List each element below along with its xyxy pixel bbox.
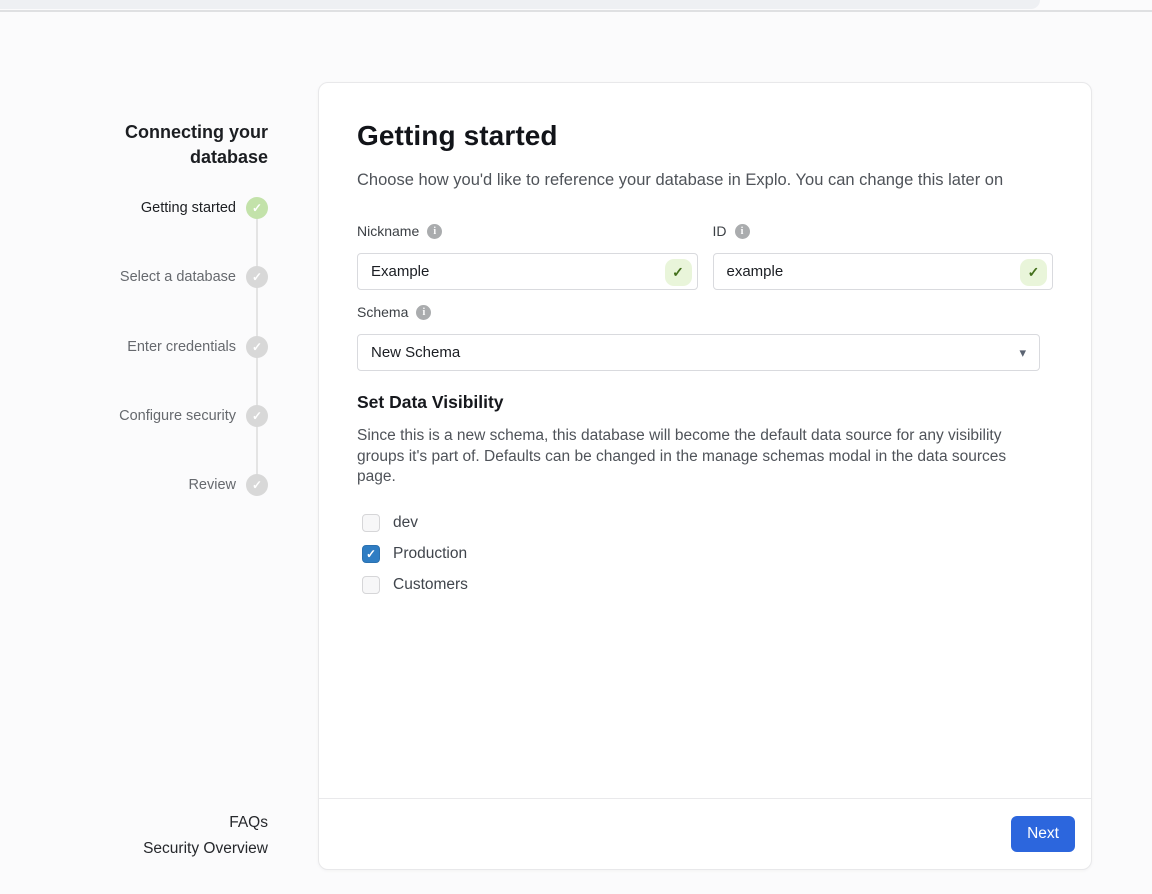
stepper-step-configure-security[interactable]: Configure security ✓ bbox=[119, 405, 268, 427]
info-icon[interactable]: i bbox=[427, 224, 442, 239]
stepper-step-enter-credentials[interactable]: Enter credentials ✓ bbox=[127, 336, 268, 358]
step-check-icon: ✓ bbox=[246, 197, 268, 219]
step-label: Configure security bbox=[119, 405, 236, 427]
card-footer: Next bbox=[319, 798, 1091, 869]
card-body: Getting started Choose how you'd like to… bbox=[319, 83, 1091, 798]
step-label: Getting started bbox=[141, 197, 236, 219]
id-input[interactable]: example ✓ bbox=[713, 253, 1054, 290]
name-id-field-row: Nickname i Example ✓ ID i example ✓ bbox=[357, 223, 1053, 290]
id-value: example bbox=[727, 263, 784, 280]
getting-started-card: Getting started Choose how you'd like to… bbox=[318, 82, 1092, 870]
valid-check-icon: ✓ bbox=[1020, 259, 1047, 286]
step-label: Review bbox=[188, 474, 236, 496]
checkbox-icon: ✓ bbox=[362, 545, 380, 563]
nickname-field-group: Nickname i Example ✓ bbox=[357, 223, 698, 290]
stepper-step-getting-started[interactable]: Getting started ✓ bbox=[141, 197, 268, 219]
checkbox-label: dev bbox=[393, 514, 418, 532]
stepper-step-review[interactable]: Review ✓ bbox=[188, 474, 268, 496]
checkbox-icon: ✓ bbox=[362, 514, 380, 532]
id-field-group: ID i example ✓ bbox=[713, 223, 1054, 290]
step-check-icon: ✓ bbox=[246, 336, 268, 358]
checkbox-label: Customers bbox=[393, 576, 468, 594]
checkbox-icon: ✓ bbox=[362, 576, 380, 594]
connection-stepper-sidebar: Connecting your database Getting started… bbox=[0, 0, 268, 894]
id-label: ID bbox=[713, 223, 727, 239]
visibility-group-dev[interactable]: ✓ dev bbox=[357, 512, 1053, 534]
data-visibility-description: Since this is a new schema, this databas… bbox=[357, 426, 1049, 488]
checkbox-label: Production bbox=[393, 545, 467, 563]
step-check-icon: ✓ bbox=[246, 405, 268, 427]
page-subtitle: Choose how you'd like to reference your … bbox=[357, 169, 1053, 191]
nickname-input[interactable]: Example ✓ bbox=[357, 253, 698, 290]
stepper-title: Connecting your database bbox=[78, 120, 268, 170]
step-check-icon: ✓ bbox=[246, 266, 268, 288]
info-icon[interactable]: i bbox=[735, 224, 750, 239]
visibility-group-production[interactable]: ✓ Production bbox=[357, 543, 1053, 565]
info-icon[interactable]: i bbox=[416, 305, 431, 320]
nickname-label: Nickname bbox=[357, 223, 419, 239]
step-label: Enter credentials bbox=[127, 336, 236, 358]
schema-label: Schema bbox=[357, 304, 408, 320]
schema-field-group: Schema i New Schema ▾ bbox=[357, 304, 1053, 371]
schema-select[interactable]: New Schema ▾ bbox=[357, 334, 1040, 371]
security-overview-link[interactable]: Security Overview bbox=[143, 838, 268, 860]
chevron-down-icon: ▾ bbox=[1019, 345, 1026, 358]
faqs-link[interactable]: FAQs bbox=[229, 812, 268, 834]
visibility-groups-list: ✓ dev ✓ Production ✓ Customers bbox=[357, 512, 1053, 596]
valid-check-icon: ✓ bbox=[665, 259, 692, 286]
step-check-icon: ✓ bbox=[246, 474, 268, 496]
stepper-step-select-database[interactable]: Select a database ✓ bbox=[120, 266, 268, 288]
data-visibility-heading: Set Data Visibility bbox=[357, 392, 1053, 413]
step-label: Select a database bbox=[120, 266, 236, 288]
nickname-value: Example bbox=[371, 263, 429, 280]
visibility-group-customers[interactable]: ✓ Customers bbox=[357, 574, 1053, 596]
schema-selected-value: New Schema bbox=[371, 344, 460, 361]
page-title: Getting started bbox=[357, 119, 1053, 153]
next-button[interactable]: Next bbox=[1011, 816, 1075, 852]
